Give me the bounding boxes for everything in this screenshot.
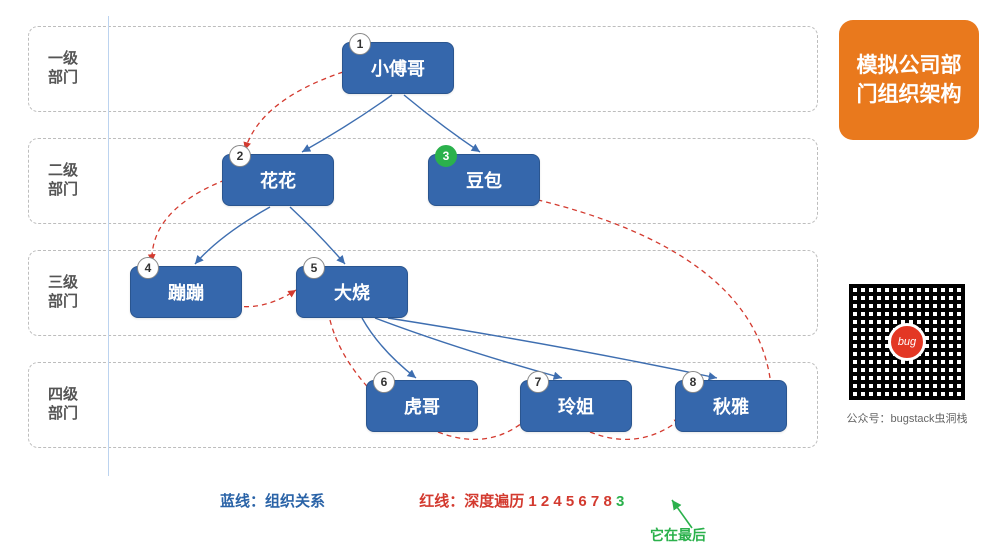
level-label-1: 一级 部门 — [48, 50, 92, 88]
node-badge-6: 6 — [373, 371, 395, 393]
node-badge-7: 7 — [527, 371, 549, 393]
legend-blue-label: 蓝线： — [220, 493, 265, 510]
node-5: 5 大烧 — [296, 266, 408, 318]
title-card: 模拟公司部门组织架构 — [839, 20, 979, 140]
node-badge-5: 5 — [303, 257, 325, 279]
legend-red: 红线：深度遍历 1 2 4 5 6 7 8 3 — [419, 493, 624, 510]
legend-blue: 蓝线：组织关系 — [220, 493, 329, 510]
node-badge-4: 4 — [137, 257, 159, 279]
level-label-2: 二级 部门 — [48, 162, 92, 200]
legend-red-text: 深度遍历 1 2 4 5 6 7 8 — [464, 493, 616, 510]
node-label-7: 玲姐 — [558, 393, 594, 419]
legend-red-label: 红线： — [419, 493, 464, 510]
node-3: 3 豆包 — [428, 154, 540, 206]
node-label-3: 豆包 — [466, 167, 502, 193]
qr-code-icon — [843, 278, 971, 406]
node-badge-2: 2 — [229, 145, 251, 167]
legend-red-last: 3 — [616, 493, 624, 510]
node-label-5: 大烧 — [334, 279, 370, 305]
node-7: 7 玲姐 — [520, 380, 632, 432]
node-label-8: 秋雅 — [713, 393, 749, 419]
node-badge-8: 8 — [682, 371, 704, 393]
vertical-divider — [108, 16, 109, 476]
node-label-6: 虎哥 — [404, 393, 440, 419]
qr-caption: 公众号：bugstack虫洞栈 — [843, 410, 971, 426]
node-4: 4 蹦蹦 — [130, 266, 242, 318]
node-label-1: 小傅哥 — [371, 55, 425, 81]
node-8: 8 秋雅 — [675, 380, 787, 432]
level-label-3: 三级 部门 — [48, 274, 92, 312]
level-label-4: 四级 部门 — [48, 386, 92, 424]
level-band-2 — [28, 138, 818, 224]
node-1: 1 小傅哥 — [342, 42, 454, 94]
legend: 蓝线：组织关系 红线：深度遍历 1 2 4 5 6 7 8 3 — [220, 490, 624, 511]
node-badge-3: 3 — [435, 145, 457, 167]
node-label-2: 花花 — [260, 167, 296, 193]
node-2: 2 花花 — [222, 154, 334, 206]
node-badge-1: 1 — [349, 33, 371, 55]
node-label-4: 蹦蹦 — [168, 279, 204, 305]
node-6: 6 虎哥 — [366, 380, 478, 432]
footnote: 它在最后 — [650, 525, 706, 545]
legend-blue-text: 组织关系 — [265, 493, 325, 510]
qr-block: 公众号：bugstack虫洞栈 — [843, 278, 971, 426]
